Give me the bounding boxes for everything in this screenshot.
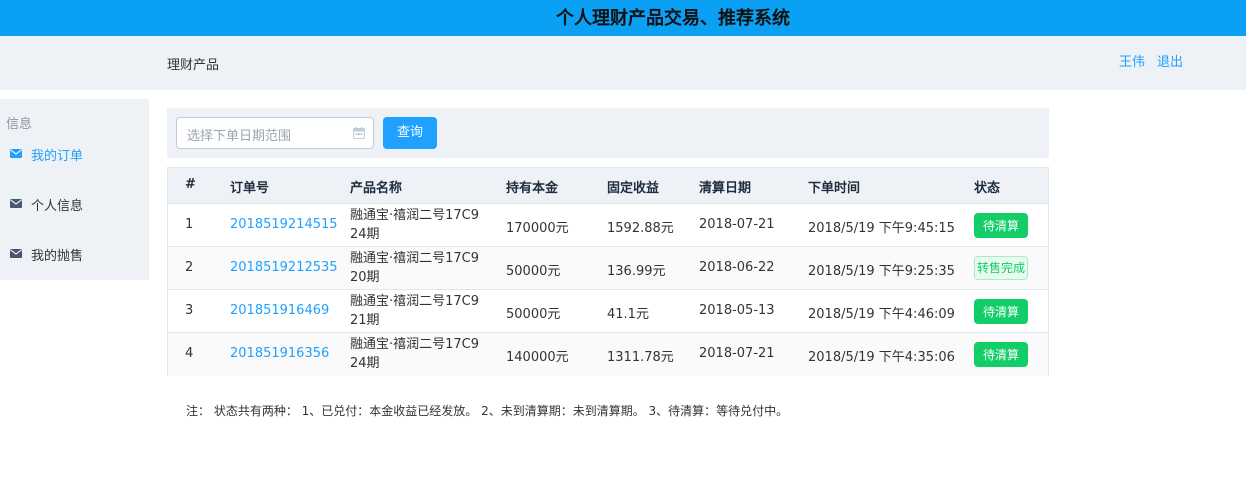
product-name: 融通宝·禧润二号17C9 20期 — [350, 249, 480, 287]
column-header-product: 产品名称 — [350, 181, 403, 196]
envelope-icon — [10, 199, 22, 208]
product-name-line2: 20期 — [350, 270, 380, 285]
status-button-pending[interactable]: 待清算 — [974, 299, 1028, 324]
order-number-link[interactable]: 2018519212535 — [230, 260, 338, 275]
income-value: 41.1元 — [607, 307, 649, 322]
orders-table: # 订单号 产品名称 持有本金 固定收益 清算日期 下单时间 状态 1 2018… — [167, 167, 1049, 376]
table-row: 4 201851916356 融通宝·禧润二号17C9 24期 140000元 … — [168, 333, 1048, 376]
product-name: 融通宝·禧润二号17C9 24期 — [350, 206, 480, 244]
column-header-order-no: 订单号 — [230, 181, 270, 196]
order-time-value: 2018/5/19 下午4:35:06 — [808, 350, 955, 365]
order-number-link[interactable]: 201851916356 — [230, 346, 329, 361]
product-name-line1: 融通宝·禧润二号17C9 — [350, 337, 480, 352]
query-button[interactable]: 查询 — [383, 117, 437, 149]
row-index: 1 — [185, 217, 194, 232]
product-name-line1: 融通宝·禧润二号17C9 — [350, 251, 480, 266]
sidebar-item-label: 我的抛售 — [31, 249, 84, 264]
product-name: 融通宝·禧润二号17C9 24期 — [350, 335, 480, 373]
sidebar-item-my-sales[interactable]: 我的抛售 — [0, 239, 149, 269]
product-name-line2: 24期 — [350, 356, 380, 371]
principal-value: 50000元 — [506, 264, 561, 279]
order-number-link[interactable]: 201851916469 — [230, 303, 329, 318]
app-title: 个人理财产品交易、推荐系统 — [556, 8, 790, 29]
row-index: 3 — [185, 303, 194, 318]
settle-date-value: 2018-06-22 — [699, 260, 775, 275]
envelope-icon — [10, 249, 22, 258]
calendar-icon[interactable] — [353, 127, 365, 139]
income-value: 1592.88元 — [607, 221, 674, 236]
product-name-line1: 融通宝·禧润二号17C9 — [350, 208, 480, 223]
order-time-value: 2018/5/19 下午9:45:15 — [808, 221, 955, 236]
table-row: 1 2018519214515 融通宝·禧润二号17C9 24期 170000元… — [168, 204, 1048, 247]
sidebar-item-label: 个人信息 — [31, 199, 84, 214]
status-badge-resold: 转售完成 — [974, 256, 1028, 280]
settle-date-value: 2018-07-21 — [699, 346, 775, 361]
envelope-icon — [10, 149, 22, 158]
table-row: 2 2018519212535 融通宝·禧润二号17C9 20期 50000元 … — [168, 247, 1048, 290]
row-index: 4 — [185, 346, 194, 361]
table-row: 3 201851916469 融通宝·禧润二号17C9 21期 50000元 4… — [168, 290, 1048, 333]
user-name-link[interactable]: 王伟 — [1119, 51, 1145, 70]
status-button-pending[interactable]: 待清算 — [974, 342, 1028, 367]
nav-bar: 理财产品 王伟 退出 — [0, 36, 1246, 90]
row-index: 2 — [185, 260, 194, 275]
table-header: # 订单号 产品名称 持有本金 固定收益 清算日期 下单时间 状态 — [168, 168, 1048, 204]
income-value: 1311.78元 — [607, 350, 674, 365]
income-value: 136.99元 — [607, 264, 666, 279]
principal-value: 140000元 — [506, 350, 569, 365]
column-header-settle-date: 清算日期 — [699, 181, 752, 196]
top-header-bar: 个人理财产品交易、推荐系统 — [0, 0, 1246, 36]
product-name: 融通宝·禧润二号17C9 21期 — [350, 292, 480, 330]
nav-product-link[interactable]: 理财产品 — [167, 54, 219, 73]
product-name-line1: 融通宝·禧润二号17C9 — [350, 294, 480, 309]
principal-value: 50000元 — [506, 307, 561, 322]
column-header-index: # — [185, 177, 196, 192]
product-name-line2: 21期 — [350, 313, 380, 328]
column-header-status: 状态 — [974, 181, 1001, 196]
logout-link[interactable]: 退出 — [1157, 51, 1183, 70]
status-button-pending[interactable]: 待清算 — [974, 213, 1028, 238]
date-range-placeholder: 选择下单日期范围 — [187, 129, 292, 144]
settle-date-value: 2018-07-21 — [699, 217, 775, 232]
sidebar: 信息 我的订单 个人信息 我的抛售 — [0, 99, 149, 280]
sidebar-item-my-orders[interactable]: 我的订单 — [0, 139, 149, 169]
settle-date-value: 2018-05-13 — [699, 303, 775, 318]
column-header-order-time: 下单时间 — [808, 181, 861, 196]
status-note: 注： 状态共有两种： 1、已兑付：本金收益已经发放。 2、未到清算期：未到清算期… — [186, 404, 789, 418]
sidebar-item-label: 我的订单 — [31, 149, 84, 164]
principal-value: 170000元 — [506, 221, 569, 236]
order-time-value: 2018/5/19 下午4:46:09 — [808, 307, 955, 322]
sidebar-group-title: 信息 — [6, 117, 33, 132]
column-header-principal: 持有本金 — [506, 181, 559, 196]
order-number-link[interactable]: 2018519214515 — [230, 217, 338, 232]
date-range-input[interactable]: 选择下单日期范围 — [176, 117, 374, 149]
product-name-line2: 24期 — [350, 227, 380, 242]
sidebar-item-personal-info[interactable]: 个人信息 — [0, 189, 149, 219]
order-time-value: 2018/5/19 下午9:25:35 — [808, 264, 955, 279]
filter-bar: 选择下单日期范围 查询 — [167, 108, 1049, 158]
column-header-income: 固定收益 — [607, 181, 660, 196]
